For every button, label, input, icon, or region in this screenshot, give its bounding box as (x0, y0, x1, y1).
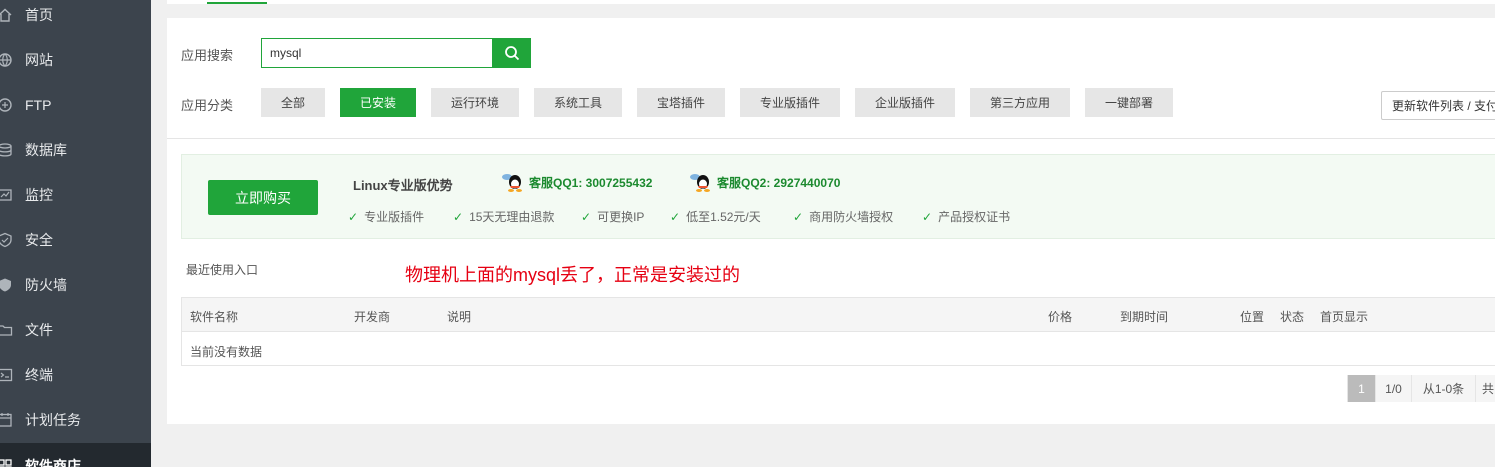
sidebar-item-firewall[interactable]: 防火墙 (0, 262, 151, 307)
qq-icon (502, 174, 522, 192)
feature-item: ✓ 商用防火墙授权 (793, 208, 893, 225)
category-third-party[interactable]: 第三方应用 (970, 88, 1070, 117)
feature-label: 低至1.52元/天 (686, 210, 761, 224)
qq-contact-1[interactable]: 客服QQ1: 3007255432 (501, 171, 652, 193)
promo-title: Linux专业版优势 (353, 178, 453, 193)
category-system-tools[interactable]: 系统工具 (534, 88, 622, 117)
check-icon: ✓ (348, 209, 359, 224)
page-total: 共 (1475, 375, 1495, 402)
check-icon: ✓ (581, 209, 592, 224)
feature-label: 商用防火墙授权 (809, 210, 894, 224)
feature-label: 专业版插件 (364, 210, 425, 224)
buy-now-button[interactable]: 立即购买 (208, 180, 318, 215)
database-icon (0, 142, 13, 158)
sidebar-item-label: 安全 (25, 231, 53, 248)
page-count: 1/0 (1375, 375, 1411, 402)
recent-entries-label: 最近使用入口 (186, 263, 259, 277)
sidebar-item-tasks[interactable]: 计划任务 (0, 397, 151, 442)
feature-label: 产品授权证书 (938, 210, 1011, 224)
check-icon: ✓ (922, 209, 933, 224)
ftp-icon (0, 97, 13, 113)
sidebar-item-store[interactable]: 软件商店 (0, 443, 151, 467)
top-tab-strip (167, 0, 1495, 4)
divider (167, 138, 1495, 139)
sidebar-item-security[interactable]: 安全 (0, 217, 151, 262)
feature-label: 15天无理由退款 (469, 210, 555, 224)
feature-item: ✓ 可更换IP (581, 208, 644, 225)
sidebar-item-label: 首页 (25, 6, 53, 23)
sidebar-item-label: 数据库 (25, 141, 67, 158)
sidebar-item-label: 网站 (25, 51, 53, 68)
check-icon: ✓ (793, 209, 804, 224)
qq-icon (690, 174, 710, 192)
search-label: 应用搜索 (181, 48, 234, 63)
globe-icon (0, 52, 13, 68)
feature-item: ✓ 产品授权证书 (922, 208, 1010, 225)
col-price[interactable]: 价格 (1048, 308, 1072, 325)
store-panel: 应用搜索 应用分类 全部 已安装 运行环境 系统工具 宝塔插件 专业版插件 企业… (167, 18, 1495, 424)
category-installed[interactable]: 已安装 (340, 88, 416, 117)
store-icon (0, 458, 13, 467)
feature-item: ✓ 低至1.52元/天 (670, 208, 761, 225)
col-homepage-display[interactable]: 首页显示 (1320, 308, 1368, 325)
sidebar-item-ftp[interactable]: FTP (0, 82, 151, 127)
sidebar-item-label: 防火墙 (25, 276, 67, 293)
category-enterprise-plugins[interactable]: 企业版插件 (855, 88, 955, 117)
feature-item: ✓ 专业版插件 (348, 208, 424, 225)
pro-promo-banner: 立即购买 Linux专业版优势 客服QQ1: 3007255432 客服QQ2:… (181, 154, 1495, 239)
category-bt-plugins[interactable]: 宝塔插件 (637, 88, 725, 117)
monitor-icon (0, 187, 13, 203)
terminal-icon (0, 367, 13, 383)
sidebar-item-label: 计划任务 (25, 411, 81, 428)
shield-icon (0, 232, 13, 248)
sidebar: 首页 网站 FTP 数据库 监控 安全 防火墙 文件 终端 计划任务 软件商店 (0, 0, 151, 467)
sidebar-item-database[interactable]: 数据库 (0, 127, 151, 172)
refresh-software-list-button[interactable]: 更新软件列表 / 支付 (1381, 91, 1495, 120)
qq-number-1: 客服QQ1: 3007255432 (529, 175, 653, 190)
sidebar-item-home[interactable]: 首页 (0, 0, 151, 37)
col-location[interactable]: 位置 (1240, 308, 1264, 325)
feature-item: ✓ 15天无理由退款 (453, 208, 554, 225)
sidebar-item-label: 软件商店 (25, 457, 81, 467)
page-current[interactable]: 1 (1347, 375, 1375, 402)
sidebar-item-label: FTP (25, 96, 52, 113)
software-table: 软件名称 开发商 说明 价格 到期时间 位置 状态 首页显示 当前没有数据 (181, 297, 1495, 366)
firewall-icon (0, 277, 13, 293)
search-button[interactable] (492, 38, 531, 68)
category-pro-plugins[interactable]: 专业版插件 (740, 88, 840, 117)
feature-label: 可更换IP (597, 210, 645, 224)
qq-number-2: 客服QQ2: 2927440070 (717, 175, 841, 190)
col-expire-time[interactable]: 到期时间 (1120, 308, 1168, 325)
category-runtime[interactable]: 运行环境 (431, 88, 519, 117)
category-label: 应用分类 (181, 98, 234, 113)
search-icon (504, 46, 519, 61)
check-icon: ✓ (670, 209, 681, 224)
col-software-name[interactable]: 软件名称 (190, 308, 238, 325)
page-range: 从1-0条 (1411, 375, 1475, 402)
folder-icon (0, 322, 13, 338)
sidebar-item-terminal[interactable]: 终端 (0, 352, 151, 397)
col-developer[interactable]: 开发商 (354, 308, 390, 325)
col-status[interactable]: 状态 (1280, 308, 1304, 325)
user-annotation: 物理机上面的mysql丢了，正常是安装过的 (405, 265, 741, 285)
search-input[interactable] (261, 38, 493, 68)
check-icon: ✓ (453, 209, 464, 224)
category-one-click-deploy[interactable]: 一键部署 (1085, 88, 1173, 117)
qq-contact-2[interactable]: 客服QQ2: 2927440070 (689, 171, 840, 193)
sidebar-item-files[interactable]: 文件 (0, 307, 151, 352)
tasks-icon (0, 412, 13, 428)
category-all[interactable]: 全部 (261, 88, 325, 117)
table-empty-message: 当前没有数据 (190, 345, 263, 359)
sidebar-item-monitor[interactable]: 监控 (0, 172, 151, 217)
sidebar-item-website[interactable]: 网站 (0, 37, 151, 82)
sidebar-item-label: 文件 (25, 321, 53, 338)
home-icon (0, 7, 13, 23)
active-tab-indicator (207, 0, 267, 4)
table-header: 软件名称 开发商 说明 价格 到期时间 位置 状态 首页显示 (182, 298, 1495, 332)
sidebar-item-label: 终端 (25, 366, 53, 383)
sidebar-item-label: 监控 (25, 186, 53, 203)
col-description[interactable]: 说明 (447, 308, 471, 325)
